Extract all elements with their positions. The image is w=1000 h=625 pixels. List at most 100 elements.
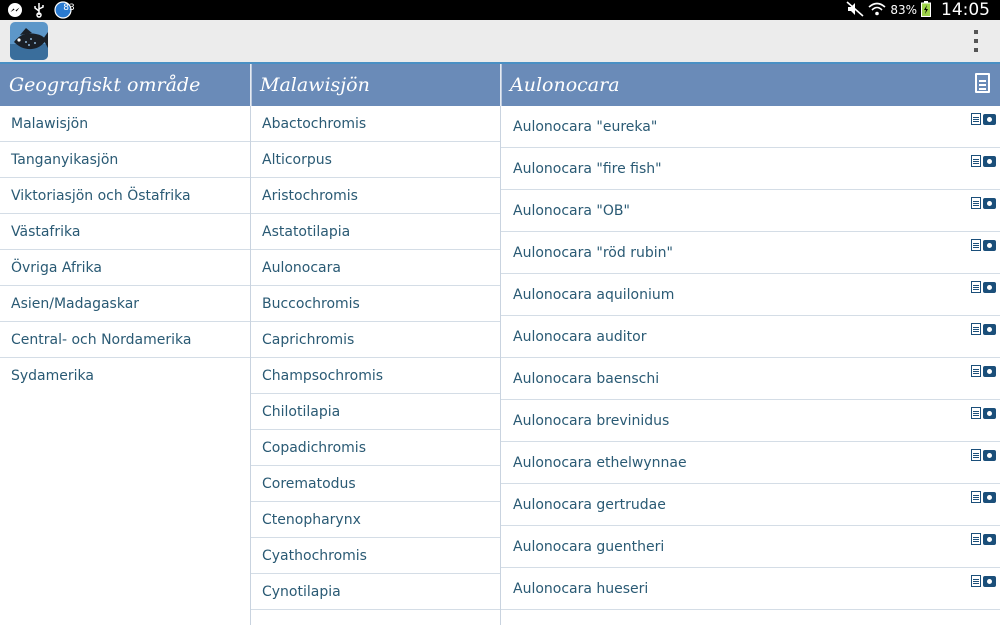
species-name: Aulonocara baenschi bbox=[513, 370, 660, 387]
battery-percent: 83% bbox=[890, 3, 917, 17]
row-actions bbox=[971, 239, 996, 251]
genus-item[interactable]: Champsochromis bbox=[251, 358, 500, 394]
genus-item[interactable]: Caprichromis bbox=[251, 322, 500, 358]
fact-sheet-icon[interactable] bbox=[971, 323, 981, 335]
species-row[interactable]: Aulonocara "eureka" bbox=[501, 106, 1000, 148]
genus-item[interactable]: Cyathochromis bbox=[251, 538, 500, 574]
genus-item[interactable]: Astatotilapia bbox=[251, 214, 500, 250]
fact-sheet-icon[interactable] bbox=[971, 449, 981, 461]
camera-icon[interactable] bbox=[983, 492, 996, 503]
region-item[interactable]: Tanganyikasjön bbox=[0, 142, 250, 178]
row-actions bbox=[971, 365, 996, 377]
species-name: Aulonocara auditor bbox=[513, 328, 647, 345]
species-row[interactable]: Aulonocara brevinidus bbox=[501, 400, 1000, 442]
genus-item[interactable]: Chilotilapia bbox=[251, 394, 500, 430]
camera-icon[interactable] bbox=[983, 534, 996, 545]
header-divider bbox=[500, 64, 502, 106]
mute-icon bbox=[846, 0, 864, 20]
species-name: Aulonocara "eureka" bbox=[513, 118, 658, 135]
species-name: Aulonocara aquilonium bbox=[513, 286, 675, 303]
row-actions bbox=[971, 575, 996, 587]
fact-sheet-icon[interactable] bbox=[971, 281, 981, 293]
region-item[interactable]: Central- och Nordamerika bbox=[0, 322, 250, 358]
genus-list: Abactochromis Alticorpus Aristochromis A… bbox=[251, 106, 500, 610]
species-name: Aulonocara hueseri bbox=[513, 580, 649, 597]
species-row[interactable]: Aulonocara aquilonium bbox=[501, 274, 1000, 316]
camera-icon[interactable] bbox=[983, 282, 996, 293]
genus-item[interactable]: Alticorpus bbox=[251, 142, 500, 178]
species-name: Aulonocara guentheri bbox=[513, 538, 665, 555]
camera-icon[interactable] bbox=[983, 366, 996, 377]
genus-item[interactable]: Corematodus bbox=[251, 466, 500, 502]
fact-sheet-icon[interactable] bbox=[971, 407, 981, 419]
fish-logo-icon[interactable] bbox=[10, 22, 48, 60]
species-row[interactable]: Aulonocara guentheri bbox=[501, 526, 1000, 568]
status-bar-system: 83% 14:05 bbox=[846, 0, 990, 20]
genus-item[interactable]: Copadichromis bbox=[251, 430, 500, 466]
fact-sheet-icon[interactable] bbox=[971, 155, 981, 167]
species-list: Aulonocara "eureka" Aulonocara "fire fis… bbox=[501, 106, 1000, 610]
camera-icon[interactable] bbox=[983, 408, 996, 419]
camera-icon[interactable] bbox=[983, 114, 996, 125]
region-item[interactable]: Sydamerika bbox=[0, 358, 250, 394]
pane3-title: Aulonocara bbox=[510, 74, 620, 96]
fact-sheet-icon[interactable] bbox=[971, 491, 981, 503]
region-item[interactable]: Viktoriasjön och Östafrika bbox=[0, 178, 250, 214]
status-bar-notifications: 83 bbox=[6, 0, 75, 20]
genus-item[interactable]: Ctenopharynx bbox=[251, 502, 500, 538]
genus-item[interactable]: Aristochromis bbox=[251, 178, 500, 214]
row-actions bbox=[971, 155, 996, 167]
fact-sheet-icon[interactable] bbox=[971, 575, 981, 587]
row-actions bbox=[971, 281, 996, 293]
messenger-icon bbox=[6, 1, 24, 19]
row-actions bbox=[971, 449, 996, 461]
status-bar: 83 83% 14:05 bbox=[0, 0, 1000, 20]
species-name: Aulonocara "fire fish" bbox=[513, 160, 662, 177]
row-actions bbox=[971, 197, 996, 209]
notification-badge: 83 bbox=[54, 1, 75, 19]
row-actions bbox=[971, 323, 996, 335]
region-item[interactable]: Övriga Afrika bbox=[0, 250, 250, 286]
species-row[interactable]: Aulonocara "OB" bbox=[501, 190, 1000, 232]
row-actions bbox=[971, 113, 996, 125]
species-row[interactable]: Aulonocara "röd rubin" bbox=[501, 232, 1000, 274]
genus-item[interactable]: Cynotilapia bbox=[251, 574, 500, 610]
species-name: Aulonocara ethelwynnae bbox=[513, 454, 687, 471]
fact-sheet-icon[interactable] bbox=[971, 239, 981, 251]
clock: 14:05 bbox=[941, 0, 990, 20]
genus-item[interactable]: Abactochromis bbox=[251, 106, 500, 142]
overflow-menu-icon[interactable] bbox=[970, 28, 982, 54]
species-row[interactable]: Aulonocara ethelwynnae bbox=[501, 442, 1000, 484]
species-row[interactable]: Aulonocara baenschi bbox=[501, 358, 1000, 400]
camera-icon[interactable] bbox=[983, 450, 996, 461]
genus-item[interactable]: Buccochromis bbox=[251, 286, 500, 322]
camera-icon[interactable] bbox=[983, 240, 996, 251]
pane3-header: Aulonocara bbox=[501, 64, 1000, 106]
pane2-header: Malawisjön bbox=[251, 64, 500, 106]
species-row[interactable]: Aulonocara auditor bbox=[501, 316, 1000, 358]
camera-icon[interactable] bbox=[983, 198, 996, 209]
region-item[interactable]: Malawisjön bbox=[0, 106, 250, 142]
fact-sheet-icon[interactable] bbox=[971, 113, 981, 125]
species-row[interactable]: Aulonocara gertrudae bbox=[501, 484, 1000, 526]
pane-geographic-area: Geografiskt område Malawisjön Tanganyika… bbox=[0, 64, 251, 625]
document-icon[interactable] bbox=[975, 73, 990, 93]
camera-icon[interactable] bbox=[983, 576, 996, 587]
region-list: Malawisjön Tanganyikasjön Viktoriasjön o… bbox=[0, 106, 250, 394]
camera-icon[interactable] bbox=[983, 156, 996, 167]
region-item[interactable]: Västafrika bbox=[0, 214, 250, 250]
species-row[interactable]: Aulonocara hueseri bbox=[501, 568, 1000, 610]
region-item[interactable]: Asien/Madagaskar bbox=[0, 286, 250, 322]
header-divider bbox=[250, 64, 252, 106]
genus-item[interactable]: Aulonocara bbox=[251, 250, 500, 286]
row-actions bbox=[971, 407, 996, 419]
action-bar bbox=[0, 20, 1000, 64]
fact-sheet-icon[interactable] bbox=[971, 197, 981, 209]
fact-sheet-icon[interactable] bbox=[971, 533, 981, 545]
pane1-title: Geografiskt område bbox=[9, 74, 201, 96]
fact-sheet-icon[interactable] bbox=[971, 365, 981, 377]
pane-species-list: Aulonocara Aulonocara "eureka" Aulonocar… bbox=[501, 64, 1000, 625]
species-name: Aulonocara gertrudae bbox=[513, 496, 666, 513]
camera-icon[interactable] bbox=[983, 324, 996, 335]
species-row[interactable]: Aulonocara "fire fish" bbox=[501, 148, 1000, 190]
